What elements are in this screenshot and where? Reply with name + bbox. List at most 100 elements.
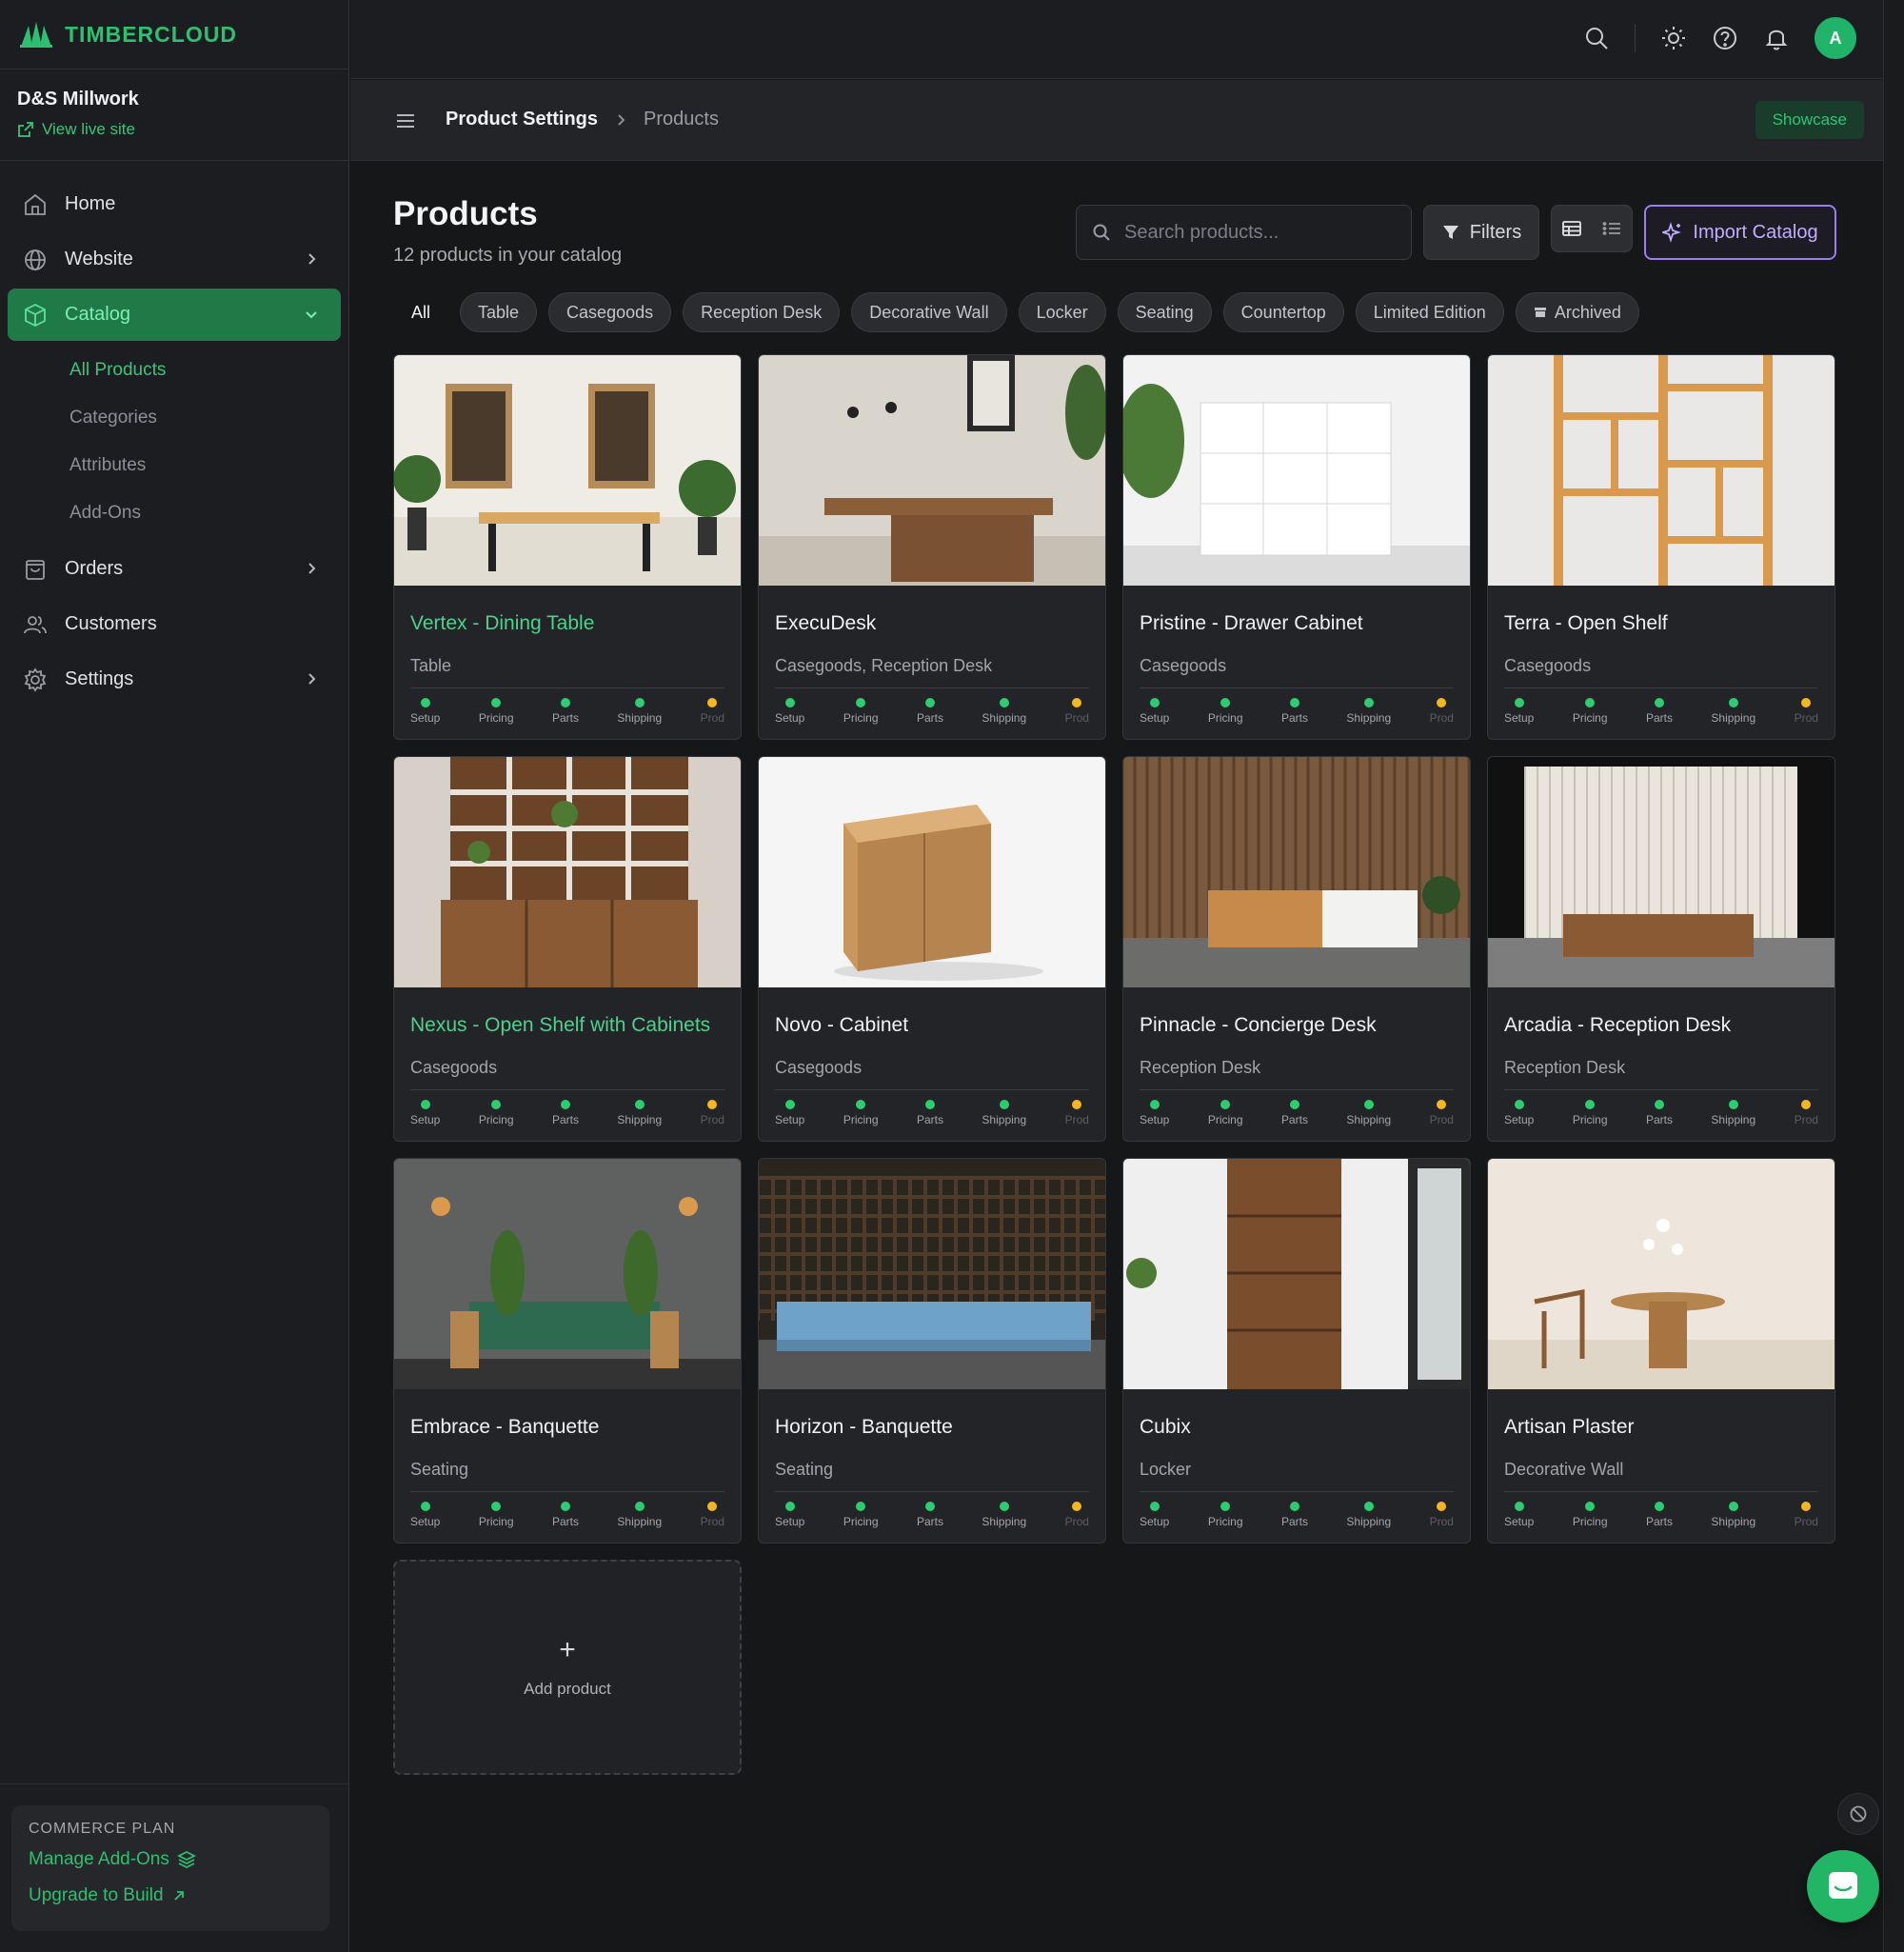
progress-step[interactable]: Shipping: [617, 1100, 662, 1126]
chip-table[interactable]: Table: [460, 292, 538, 332]
product-image[interactable]: [1123, 757, 1470, 987]
progress-step[interactable]: Parts: [552, 698, 579, 725]
progress-step[interactable]: Shipping: [617, 698, 662, 725]
progress-step[interactable]: Prod: [1795, 1100, 1818, 1126]
add-product-card[interactable]: + Add product: [393, 1560, 742, 1775]
product-image[interactable]: [394, 1159, 741, 1389]
progress-step[interactable]: Pricing: [479, 1100, 514, 1126]
product-title[interactable]: Pristine - Drawer Cabinet: [1140, 612, 1363, 635]
search-icon[interactable]: [1583, 25, 1610, 51]
menu-icon[interactable]: [394, 110, 417, 132]
chip-casegoods[interactable]: Casegoods: [548, 292, 672, 332]
product-image[interactable]: [394, 355, 741, 586]
import-catalog-button[interactable]: Import Catalog: [1644, 205, 1836, 260]
progress-step[interactable]: Parts: [1646, 698, 1673, 725]
progress-step[interactable]: Parts: [1281, 1502, 1308, 1528]
progress-step[interactable]: Setup: [775, 698, 804, 725]
product-title[interactable]: Cubix: [1140, 1416, 1191, 1439]
product-card[interactable]: Artisan Plaster Decorative Wall Setup Prici…: [1487, 1158, 1835, 1544]
subnav-categories[interactable]: Categories: [69, 394, 341, 442]
bell-icon[interactable]: [1763, 25, 1790, 51]
progress-step[interactable]: Setup: [1504, 1100, 1534, 1126]
progress-step[interactable]: Shipping: [1711, 1502, 1755, 1528]
chip-archived[interactable]: Archived: [1515, 292, 1639, 332]
progress-step[interactable]: Setup: [1140, 1100, 1169, 1126]
progress-step[interactable]: Parts: [917, 1100, 943, 1126]
breadcrumb-product-settings[interactable]: Product Settings: [446, 109, 598, 130]
avatar[interactable]: A: [1815, 17, 1856, 59]
product-image[interactable]: [1488, 1159, 1835, 1389]
sun-icon[interactable]: [1660, 25, 1687, 51]
subnav-all-products[interactable]: All Products: [69, 347, 341, 394]
help-icon[interactable]: [1712, 25, 1738, 51]
progress-step[interactable]: Shipping: [1346, 1100, 1391, 1126]
brand[interactable]: TIMBERCLOUD: [0, 0, 348, 70]
list-view-icon[interactable]: [1601, 219, 1622, 238]
progress-step[interactable]: Parts: [917, 1502, 943, 1528]
progress-step[interactable]: Prod: [1065, 1100, 1089, 1126]
progress-step[interactable]: Prod: [701, 1502, 724, 1528]
product-card[interactable]: Nexus - Open Shelf with Cabinets Casegood…: [393, 756, 742, 1142]
chip-reception-desk[interactable]: Reception Desk: [683, 292, 841, 332]
progress-step[interactable]: Prod: [1430, 698, 1454, 725]
progress-step[interactable]: Pricing: [1573, 1502, 1608, 1528]
progress-step[interactable]: Prod: [1430, 1100, 1454, 1126]
progress-step[interactable]: Prod: [1065, 698, 1089, 725]
progress-step[interactable]: Pricing: [1208, 1502, 1243, 1528]
progress-step[interactable]: Setup: [1504, 698, 1534, 725]
nav-catalog[interactable]: Catalog: [8, 289, 341, 341]
product-title[interactable]: ExecuDesk: [775, 612, 876, 635]
product-image[interactable]: [1488, 757, 1835, 987]
filters-button[interactable]: Filters: [1423, 205, 1539, 260]
product-card[interactable]: Pinnacle - Concierge Desk Reception Desk S…: [1122, 756, 1471, 1142]
progress-step[interactable]: Pricing: [1208, 698, 1243, 725]
progress-step[interactable]: Prod: [1795, 698, 1818, 725]
grid-view-icon[interactable]: [1561, 219, 1582, 238]
progress-step[interactable]: Setup: [775, 1502, 804, 1528]
progress-step[interactable]: Pricing: [1573, 1100, 1608, 1126]
nav-website[interactable]: Website: [8, 233, 341, 286]
progress-step[interactable]: Pricing: [843, 1100, 879, 1126]
product-title[interactable]: Terra - Open Shelf: [1504, 612, 1668, 635]
product-title[interactable]: Vertex - Dining Table: [410, 612, 594, 635]
progress-step[interactable]: Shipping: [982, 698, 1026, 725]
chip-all[interactable]: All: [393, 292, 448, 332]
progress-step[interactable]: Pricing: [479, 1502, 514, 1528]
product-title[interactable]: Pinnacle - Concierge Desk: [1140, 1014, 1377, 1037]
chip-seating[interactable]: Seating: [1117, 292, 1212, 332]
progress-step[interactable]: Setup: [1504, 1502, 1534, 1528]
product-title[interactable]: Horizon - Banquette: [775, 1416, 953, 1439]
progress-step[interactable]: Prod: [1795, 1502, 1818, 1528]
progress-step[interactable]: Setup: [410, 698, 440, 725]
progress-step[interactable]: Parts: [917, 698, 943, 725]
scrollbar[interactable]: [1883, 0, 1904, 1952]
showcase-button[interactable]: Showcase: [1755, 101, 1864, 139]
progress-step[interactable]: Prod: [1430, 1502, 1454, 1528]
nav-settings[interactable]: Settings: [8, 653, 341, 706]
progress-step[interactable]: Setup: [775, 1100, 804, 1126]
product-image[interactable]: [759, 355, 1105, 586]
progress-step[interactable]: Pricing: [843, 1502, 879, 1528]
product-image[interactable]: [1123, 355, 1470, 586]
progress-step[interactable]: Pricing: [479, 698, 514, 725]
product-card[interactable]: Terra - Open Shelf Casegoods Setup Pricing P…: [1487, 354, 1835, 740]
progress-step[interactable]: Setup: [1140, 1502, 1169, 1528]
progress-step[interactable]: Setup: [1140, 698, 1169, 725]
chip-limited-edition[interactable]: Limited Edition: [1355, 292, 1504, 332]
progress-step[interactable]: Shipping: [1346, 698, 1391, 725]
progress-step[interactable]: Parts: [552, 1100, 579, 1126]
progress-step[interactable]: Parts: [1281, 698, 1308, 725]
product-title[interactable]: Embrace - Banquette: [410, 1416, 599, 1439]
product-image[interactable]: [1123, 1159, 1470, 1389]
progress-step[interactable]: Prod: [1065, 1502, 1089, 1528]
product-card[interactable]: Arcadia - Reception Desk Reception Desk Se…: [1487, 756, 1835, 1142]
product-image[interactable]: [394, 757, 741, 987]
search-box[interactable]: [1076, 205, 1412, 260]
progress-step[interactable]: Pricing: [1573, 698, 1608, 725]
chip-locker[interactable]: Locker: [1018, 292, 1106, 332]
product-card[interactable]: Embrace - Banquette Seating Setup Pricing Pa…: [393, 1158, 742, 1544]
product-title[interactable]: Nexus - Open Shelf with Cabinets: [410, 1014, 710, 1037]
progress-step[interactable]: Shipping: [982, 1100, 1026, 1126]
chip-countertop[interactable]: Countertop: [1222, 292, 1344, 332]
product-image[interactable]: [1488, 355, 1835, 586]
